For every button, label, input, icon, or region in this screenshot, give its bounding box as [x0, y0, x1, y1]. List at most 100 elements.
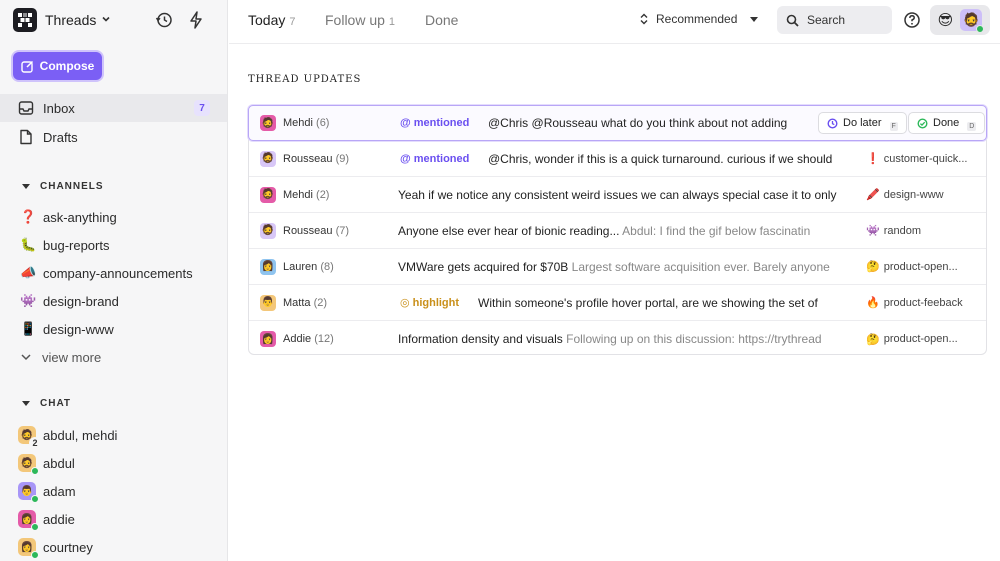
bug-icon: 🐛 [20, 237, 37, 252]
target-icon: ◎ [400, 297, 410, 309]
thread-author: Mehdi (2) [283, 188, 330, 201]
clock-icon [827, 117, 838, 129]
chat-heading: CHAT [40, 398, 72, 409]
sidebar-item-inbox[interactable]: Inbox 7 [0, 94, 227, 122]
thread-channel: ❗ customer-quick... [866, 152, 968, 166]
thread-subject: Anyone else ever hear of bionic reading.… [398, 223, 811, 238]
channel-name: design-brand [43, 293, 119, 309]
channel-item[interactable]: 👾 design-brand [20, 290, 119, 312]
channels-section-toggle[interactable]: CHANNELS [22, 181, 104, 192]
chat-name: addie [43, 511, 75, 527]
thread-author: Lauren (8) [283, 260, 334, 273]
document-icon [18, 129, 34, 145]
crayon-icon: 🖍️ [866, 189, 880, 201]
caret-down-icon [22, 184, 30, 189]
avatar: 👨 [18, 482, 39, 503]
channel-name: company-announcements [43, 265, 193, 281]
chat-section-toggle[interactable]: CHAT [22, 398, 71, 409]
chat-item[interactable]: 👨 adam [18, 480, 76, 503]
compose-icon [20, 60, 33, 73]
chat-item[interactable]: 🧔 abdul [18, 452, 75, 475]
channel-item[interactable]: 📱 design-www [20, 318, 114, 340]
do-later-button[interactable]: Do later F [818, 112, 907, 134]
chevron-down-icon [101, 14, 111, 27]
workspace-name: Threads [45, 12, 97, 28]
tab-done[interactable]: Done [425, 12, 458, 28]
thread-channel: 🖍️ design-www [866, 188, 944, 202]
thread-row[interactable]: 👩 Addie (12) Information density and vis… [249, 321, 986, 357]
at-sign-icon: @ [400, 117, 411, 129]
thread-row[interactable]: 👨 Matta (2) ◎ highlight Within someone's … [249, 285, 986, 321]
chat-name: adam [43, 483, 76, 499]
group-avatar: 🧔 2 [18, 426, 41, 449]
channel-name: design-www [43, 321, 114, 337]
online-status-icon [31, 467, 39, 475]
avatar: 🧔 [260, 186, 276, 203]
sort-dropdown[interactable]: Recommended [639, 12, 759, 26]
avatar: 🧔 [260, 222, 276, 239]
member-count-badge: 2 [29, 437, 41, 449]
tab-follow-up[interactable]: Follow up 1 [325, 12, 395, 28]
mobile-phone-icon: 📱 [20, 321, 37, 336]
thread-preview: Following up on this discussion: https:/… [566, 332, 822, 346]
chat-item[interactable]: 👩 addie [18, 508, 75, 531]
thread-channel: 🤔 product-open... [866, 333, 958, 346]
sidebar-item-label: Drafts [43, 129, 78, 145]
threads-logo-icon [13, 8, 37, 32]
chat-item[interactable]: 👩 courtney [18, 536, 93, 559]
thinking-face-icon: 🤔 [866, 261, 880, 273]
history-icon[interactable] [154, 10, 174, 30]
bolt-icon[interactable] [186, 10, 206, 30]
view-more-label: view more [42, 349, 102, 365]
help-icon[interactable] [902, 10, 922, 30]
shortcut-key: D [967, 122, 977, 131]
tab-count: 1 [388, 16, 396, 28]
thread-row[interactable]: 🧔 Rousseau (9) @ mentioned @Chris, wonder… [249, 141, 986, 177]
channel-item[interactable]: 🐛 bug-reports [20, 234, 109, 256]
user-avatar: 🧔 [960, 9, 985, 33]
channel-item[interactable]: ❓ ask-anything [20, 206, 117, 228]
online-status-icon [976, 25, 985, 33]
online-status-icon [31, 495, 39, 503]
chevron-down-icon [21, 354, 31, 361]
tab-today[interactable]: Today 7 [248, 12, 295, 28]
mentioned-tag: @ mentioned [400, 152, 470, 165]
done-button[interactable]: Done D [908, 112, 986, 134]
alien-monster-icon: 👾 [20, 293, 37, 308]
alien-monster-icon: 👾 [866, 225, 880, 237]
thread-row[interactable]: 🧔 Rousseau (7) Anyone else ever hear of … [249, 213, 986, 249]
thread-author: Rousseau (7) [283, 224, 350, 237]
workspace-switcher[interactable]: Threads [13, 8, 111, 32]
chat-item[interactable]: 🧔 2 abdul, mehdi [18, 424, 117, 449]
caret-down-icon [22, 401, 30, 406]
avatar: 🧔 [18, 454, 39, 475]
avatar: 👨 [260, 294, 276, 311]
thread-subject: Within someone's profile hover portal, a… [478, 295, 818, 310]
thread-channel: 🔥 product-feeback [866, 296, 963, 310]
thread-author: Addie (12) [283, 333, 334, 345]
sidebar-item-drafts[interactable]: Drafts [0, 123, 227, 151]
tab-label: Follow up [325, 12, 385, 28]
view-more-channels[interactable]: view more [20, 347, 101, 367]
thread-row[interactable]: 👩 Lauren (8) VMWare gets acquired for $7… [249, 249, 986, 285]
thread-row[interactable]: 🧔 Mehdi (2) Yeah if we notice any consis… [249, 177, 986, 213]
thinking-face-icon: 🤔 [866, 333, 880, 346]
thread-channel: 🤔 product-open... [866, 260, 958, 274]
avatar: 👩 [260, 331, 276, 347]
compose-button[interactable]: Compose [13, 52, 102, 80]
thread-row[interactable]: 🧔 Mehdi (6) @ mentioned @Chris @Rousseau … [248, 105, 987, 141]
channel-item[interactable]: 📣 company-announcements [20, 262, 193, 284]
shortcut-key: F [889, 122, 898, 131]
account-switcher[interactable]: 😎 🧔 [930, 5, 990, 35]
thread-author: Matta (2) [283, 296, 328, 309]
avatar: 👩 [260, 258, 276, 275]
mentioned-tag: @ mentioned [400, 117, 470, 129]
search-icon [786, 14, 799, 27]
thread-channel: 👾 random [866, 224, 921, 238]
search-button[interactable]: Search [777, 6, 892, 34]
megaphone-icon: 📣 [20, 265, 37, 280]
section-title: THREAD UPDATES [248, 74, 362, 85]
thread-subject: Information density and visuals Followin… [398, 332, 822, 346]
channels-heading: CHANNELS [40, 181, 104, 192]
tab-label: Done [425, 12, 459, 28]
